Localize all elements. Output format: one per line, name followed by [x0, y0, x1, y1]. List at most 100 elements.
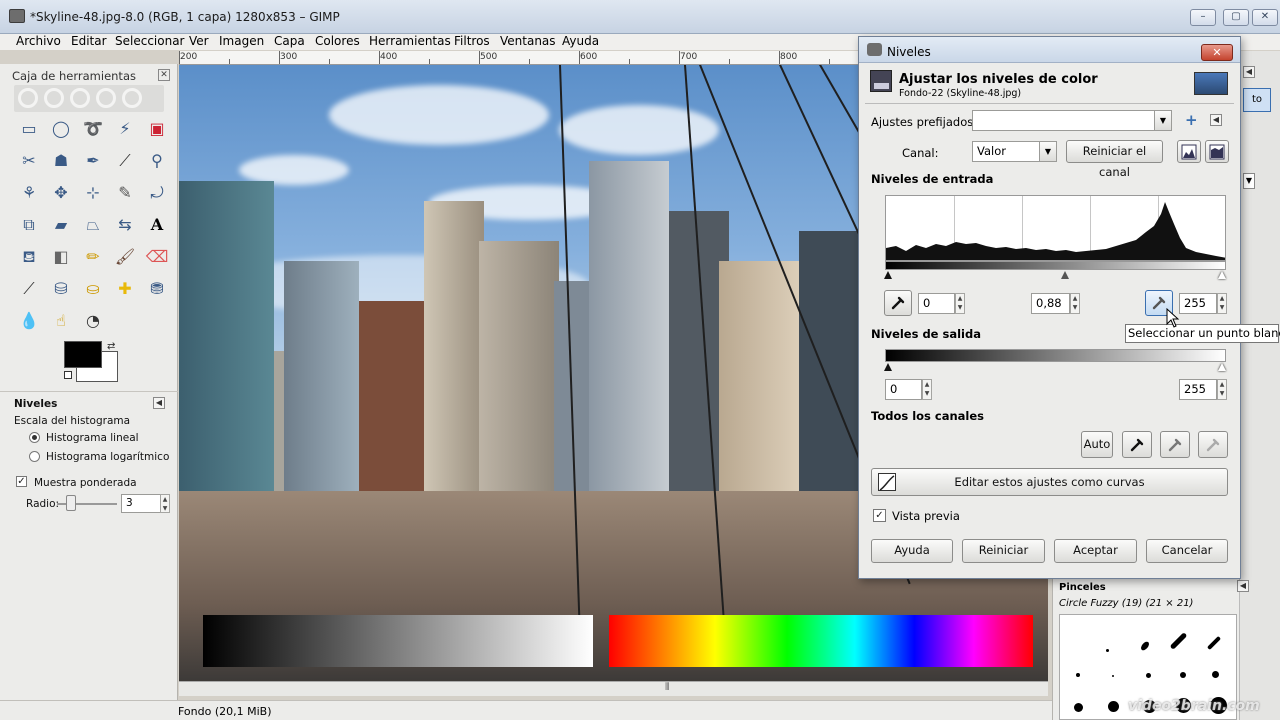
output-white-handle[interactable] — [1218, 363, 1226, 371]
cancel-button[interactable]: Cancelar — [1146, 539, 1228, 563]
input-gamma-handle[interactable] — [1061, 271, 1069, 279]
menu-editar[interactable]: Editar — [71, 34, 107, 49]
airbrush-icon[interactable]: ⟋ — [18, 278, 40, 300]
pencil-icon[interactable]: ✏ — [82, 246, 104, 268]
ok-button[interactable]: Aceptar — [1054, 539, 1137, 563]
radio-log[interactable] — [29, 451, 40, 462]
output-low-spin-icon[interactable]: ▲ ▼ — [922, 379, 932, 400]
paintbrush-icon[interactable]: 🖌 — [114, 246, 136, 268]
all-black-picker-button[interactable] — [1122, 431, 1152, 458]
reset-channel-button[interactable]: Reiniciar el canal — [1066, 140, 1163, 179]
fuzzy-select-icon[interactable]: ⚡ — [114, 118, 136, 140]
perspective-icon[interactable]: ⏢ — [82, 214, 104, 236]
presets-dropdown-icon[interactable]: ▼ — [1154, 111, 1171, 130]
sample-average-checkbox[interactable]: ✓ — [16, 476, 27, 487]
ink-icon[interactable]: ⛁ — [50, 278, 72, 300]
dodge-burn-icon[interactable]: ◔ — [82, 310, 104, 332]
scale-icon[interactable]: ⧉ — [18, 214, 40, 236]
output-high-field[interactable]: 255 — [1179, 379, 1217, 400]
menu-ver[interactable]: Ver — [189, 34, 209, 49]
radius-spin-icon[interactable]: ▲ ▼ — [160, 494, 170, 513]
edit-as-curves-button[interactable]: Editar estos ajustes como curvas — [871, 468, 1228, 496]
add-preset-icon[interactable]: + — [1185, 111, 1198, 129]
brush-preview[interactable] — [1074, 703, 1083, 712]
swap-colors-icon[interactable]: ⇄ — [107, 341, 115, 352]
brush-preview[interactable] — [1106, 649, 1109, 652]
reset-colors-icon[interactable] — [64, 371, 72, 379]
close-button[interactable]: ✕ — [1252, 9, 1278, 26]
text-tool-icon[interactable]: A — [146, 214, 168, 236]
brush-preview[interactable] — [1076, 673, 1080, 677]
menu-capa[interactable]: Capa — [274, 34, 305, 49]
heal-icon[interactable]: ✚ — [114, 278, 136, 300]
dock-combo-arrow-icon[interactable]: ▼ — [1243, 173, 1255, 189]
move-icon[interactable]: ✥ — [50, 182, 72, 204]
wilber-drop-area[interactable] — [14, 85, 164, 112]
help-button[interactable]: Ayuda — [871, 539, 953, 563]
menu-colores[interactable]: Colores — [315, 34, 360, 49]
levels-dialog-close-button[interactable]: ✕ — [1201, 44, 1233, 61]
measure-icon[interactable]: ⚘ — [18, 182, 40, 204]
toolbox-close-icon[interactable]: ✕ — [158, 69, 170, 81]
rotate-icon[interactable]: ⤾ — [146, 182, 168, 204]
fg-bg-colors[interactable]: ⇄ — [64, 341, 120, 383]
reset-button[interactable]: Reiniciar — [962, 539, 1045, 563]
dock-menu-icon[interactable]: ◀ — [1243, 66, 1255, 78]
menu-imagen[interactable]: Imagen — [219, 34, 264, 49]
brushes-menu-icon[interactable]: ◀ — [1237, 580, 1249, 592]
rect-select-icon[interactable]: ▭ — [18, 118, 40, 140]
free-select-icon[interactable]: ➰ — [82, 118, 104, 140]
smudge-icon[interactable]: ☝ — [50, 310, 72, 332]
presets-combo[interactable]: ▼ — [972, 110, 1172, 131]
input-high-field[interactable]: 255 — [1179, 293, 1217, 314]
color-picker-icon[interactable]: ⟋ — [114, 150, 136, 172]
blur-icon[interactable]: 💧 — [18, 310, 40, 332]
foreground-select-icon[interactable]: ☗ — [50, 150, 72, 172]
input-gamma-field[interactable]: 0,88 — [1031, 293, 1070, 314]
menu-herramientas[interactable]: Herramientas — [369, 34, 451, 49]
histogram[interactable] — [885, 195, 1226, 261]
input-black-handle[interactable] — [884, 271, 892, 279]
clone-icon[interactable]: ⛀ — [82, 278, 104, 300]
brush-preview[interactable] — [1146, 673, 1151, 678]
brush-preview[interactable] — [1108, 701, 1119, 712]
brush-preview[interactable] — [1112, 675, 1114, 677]
menu-ayuda[interactable]: Ayuda — [562, 34, 599, 49]
pick-black-point-button[interactable] — [884, 290, 912, 316]
foreground-color-swatch[interactable] — [64, 341, 102, 368]
radius-input[interactable]: 3 — [121, 494, 161, 513]
output-black-handle[interactable] — [884, 363, 892, 371]
brush-preview[interactable] — [1169, 632, 1188, 650]
blend-icon[interactable]: ◧ — [50, 246, 72, 268]
input-gamma-spin-icon[interactable]: ▲ ▼ — [1070, 293, 1080, 314]
brush-preview[interactable] — [1206, 635, 1222, 651]
brush-preview[interactable] — [1212, 671, 1219, 678]
brush-preview[interactable] — [1180, 672, 1186, 678]
all-white-picker-button[interactable] — [1198, 431, 1228, 458]
eraser-icon[interactable]: ⌫ — [146, 246, 169, 268]
log-histogram-toggle[interactable] — [1205, 140, 1229, 163]
auto-button[interactable]: Auto — [1081, 431, 1113, 458]
tool-options-menu-icon[interactable]: ◀ — [153, 397, 165, 409]
paths-icon[interactable]: ✒ — [82, 150, 104, 172]
input-low-spin-icon[interactable]: ▲ ▼ — [955, 293, 965, 314]
linear-histogram-toggle[interactable] — [1177, 140, 1201, 163]
preview-checkbox[interactable]: ✓ — [873, 509, 886, 522]
input-high-spin-icon[interactable]: ▲ ▼ — [1217, 293, 1227, 314]
bucket-fill-icon[interactable]: ⛾ — [18, 246, 40, 268]
all-gray-picker-button[interactable] — [1160, 431, 1190, 458]
flip-icon[interactable]: ⇆ — [114, 214, 136, 236]
input-white-handle[interactable] — [1218, 271, 1226, 279]
shear-icon[interactable]: ▰ — [50, 214, 72, 236]
zoom-icon[interactable]: ⚲ — [146, 150, 168, 172]
output-low-field[interactable]: 0 — [885, 379, 922, 400]
menu-filtros[interactable]: Filtros — [454, 34, 490, 49]
minimize-button[interactable]: – — [1190, 9, 1216, 26]
horizontal-scrollbar[interactable]: ⦀ — [179, 681, 1048, 696]
brush-preview[interactable] — [1139, 640, 1151, 652]
crop-icon[interactable]: ✎ — [114, 182, 136, 204]
radio-linear[interactable] — [29, 432, 40, 443]
output-high-spin-icon[interactable]: ▲ ▼ — [1217, 379, 1227, 400]
channel-combo[interactable]: Valor ▼ — [972, 141, 1057, 162]
maximize-button[interactable]: ▢ — [1223, 9, 1249, 26]
